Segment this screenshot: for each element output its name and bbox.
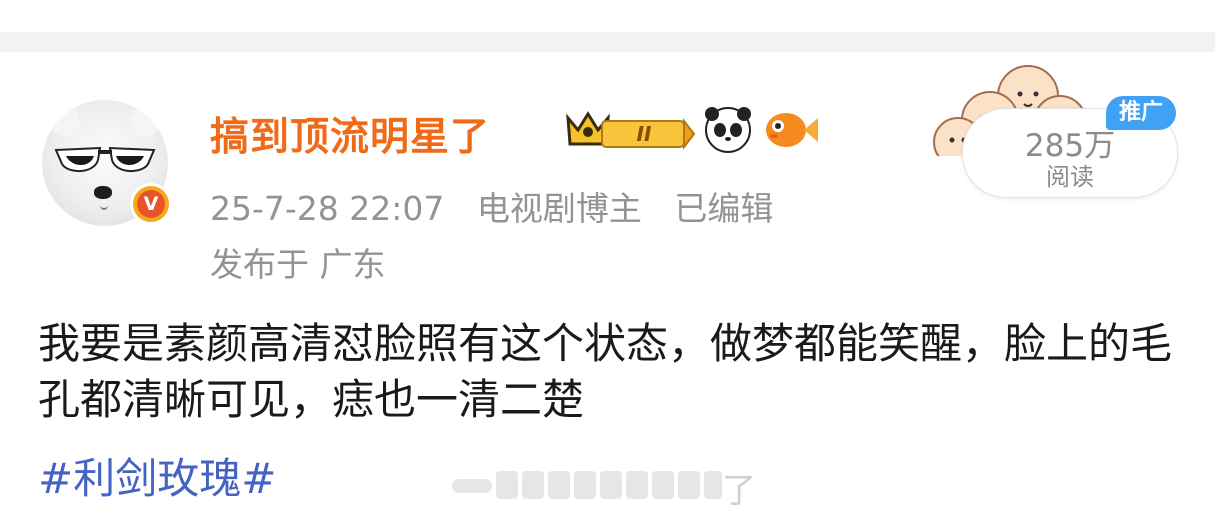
promo-button[interactable]: 推广 bbox=[1106, 96, 1176, 130]
level-badge-text: II bbox=[637, 122, 652, 146]
dog-mouth bbox=[100, 200, 108, 210]
sunglasses-icon bbox=[54, 146, 156, 172]
verified-badge-letter: V bbox=[137, 190, 165, 218]
dog-nose bbox=[94, 186, 112, 199]
panda-icon bbox=[705, 107, 751, 153]
dog-ear-left bbox=[50, 106, 80, 136]
edited-label[interactable]: 已编辑 bbox=[674, 189, 773, 228]
hashtag-link[interactable]: #利剑玫瑰# bbox=[38, 445, 276, 506]
top-spacer bbox=[0, 0, 1215, 32]
verified-badge-icon: V bbox=[130, 183, 172, 225]
dog-ear-right bbox=[130, 106, 160, 136]
post-location: 发布于 广东 bbox=[210, 245, 386, 284]
author-badges: II bbox=[566, 107, 818, 153]
watermark-text: 了 bbox=[722, 471, 756, 511]
read-label: 阅读 bbox=[1046, 163, 1094, 191]
goldfish-icon bbox=[766, 113, 818, 147]
post-meta: 25-7-28 22:07 电视剧博主 已编辑 bbox=[210, 182, 795, 230]
post-time[interactable]: 25-7-28 22:07 bbox=[210, 189, 444, 228]
crown-icon bbox=[566, 111, 696, 150]
post-body-text: 我要是素颜高清怼脸照有这个状态，做梦都能笑醒，脸上的毛孔都清晰可见，痣也一清二楚 bbox=[38, 319, 1173, 424]
author-role: 电视剧博主 bbox=[476, 189, 642, 228]
feed-separator bbox=[0, 32, 1215, 52]
watermark-image bbox=[452, 471, 722, 499]
author-name[interactable]: 搞到顶流明星了 bbox=[210, 106, 490, 162]
